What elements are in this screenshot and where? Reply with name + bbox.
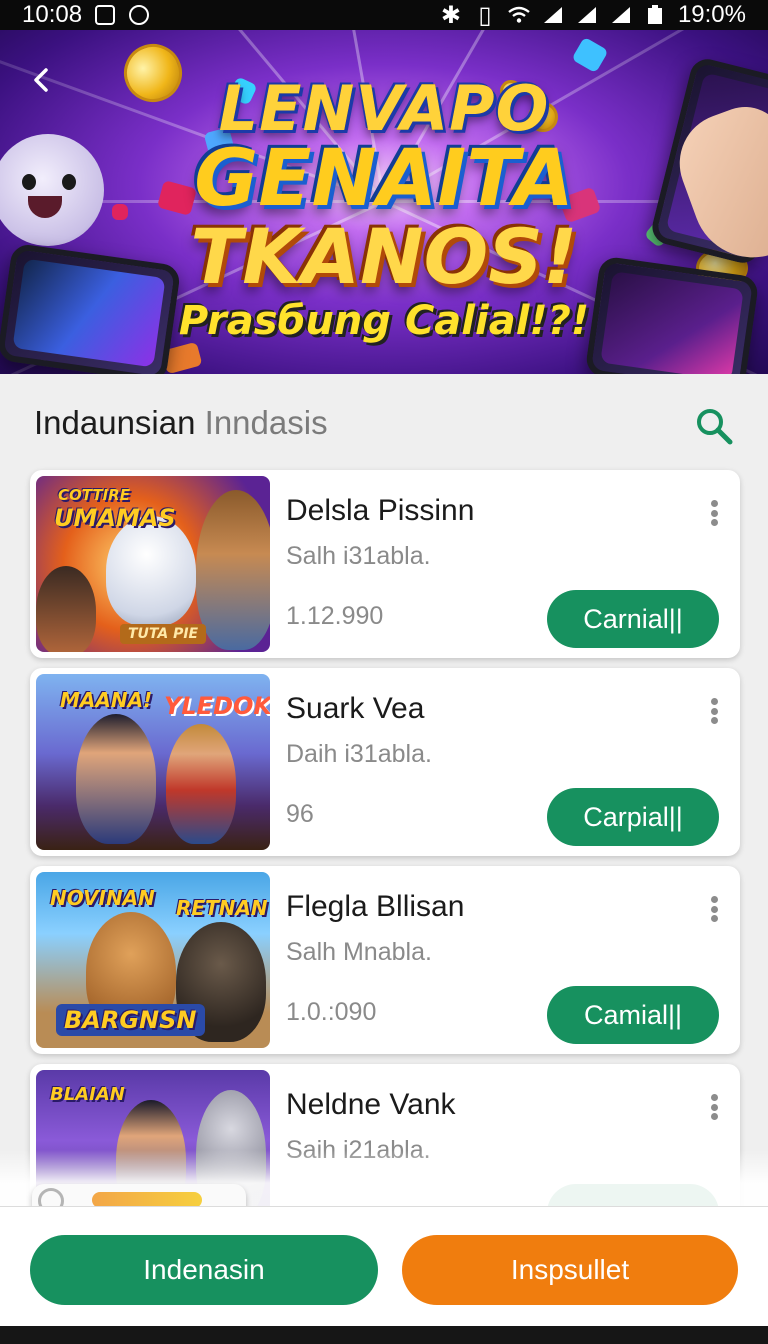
thumbnail-caption: YLEDOK <box>164 692 270 720</box>
thumbnail-caption: BLAIAN <box>50 1084 125 1105</box>
card-title: Delsla Pissinn <box>286 494 475 527</box>
card-count: 1.0.:090 <box>286 998 377 1026</box>
status-time: 10:08 <box>22 1 83 28</box>
signal-icon-2 <box>576 4 598 26</box>
promo-banner[interactable]: LENVAPO GENAITA TKANOS! Prasбung Calial!… <box>0 30 768 374</box>
bottom-action-bar: Indenasin Inspsullet <box>0 1206 768 1326</box>
thumbnail-caption: TUTA PIE <box>120 624 207 644</box>
notification-icon <box>94 4 116 26</box>
loading-icon <box>38 1188 64 1206</box>
game-card[interactable]: NOVINAN RETNAN BARGNSN Flegla Bllisan Sa… <box>30 866 740 1054</box>
more-vert-icon[interactable] <box>708 698 720 724</box>
game-thumbnail[interactable]: MAANA! YLEDOK <box>36 674 270 850</box>
thumbnail-caption: BARGNSN <box>56 1004 205 1036</box>
banner-title-line2: GENAITA <box>194 134 574 224</box>
card-title: Suark Vea <box>286 692 425 725</box>
more-vert-icon[interactable] <box>708 896 720 922</box>
brand-logo <box>92 1192 202 1206</box>
system-nav-bar <box>0 1326 768 1344</box>
secondary-button[interactable]: Inspsullet <box>402 1235 738 1305</box>
search-icon <box>697 409 733 445</box>
mini-floating-bar[interactable] <box>32 1184 246 1206</box>
game-card[interactable]: MAANA! YLEDOK Suark Vea Daih i31abla. 96… <box>30 668 740 856</box>
thumbnail-caption: UMAMAS <box>54 504 176 532</box>
thumbnail-caption: NOVINAN <box>50 886 155 910</box>
content-area[interactable]: Indaunsian Inndasis COTTIRE UMAMAS TUTA … <box>0 374 768 1206</box>
vibrate-icon: ▯ <box>478 1 492 29</box>
card-action-button[interactable]: Camial|| <box>547 986 719 1044</box>
more-vert-icon[interactable] <box>708 1094 720 1120</box>
battery-percent: 19:0% <box>677 1 746 28</box>
chevron-left-icon <box>34 68 48 92</box>
card-count: 96 <box>286 800 314 828</box>
card-action-button[interactable]: Carpial|| <box>547 788 719 846</box>
primary-button[interactable]: Indenasin <box>30 1235 378 1305</box>
app-notification-icon <box>128 4 150 26</box>
card-action-button[interactable]: Carnial|| <box>547 590 719 648</box>
card-title: Neldne Vank <box>286 1088 456 1121</box>
banner-tagline: Prasбung Calial!?! <box>178 298 590 344</box>
card-subtitle: Daih i31abla. <box>286 740 432 768</box>
wifi-icon <box>508 4 530 26</box>
thumbnail-caption: COTTIRE <box>58 486 130 504</box>
signal-icon-1 <box>542 4 564 26</box>
card-subtitle: Salh i31abla. <box>286 542 431 570</box>
section-title: Indaunsian <box>34 404 196 441</box>
status-bar: 10:08 ✱ ▯ 19:0% <box>0 0 768 30</box>
game-thumbnail[interactable]: NOVINAN RETNAN BARGNSN <box>36 872 270 1048</box>
section-subtitle: Inndasis <box>204 404 328 441</box>
card-title: Flegla Bllisan <box>286 890 465 923</box>
banner-title-line3: TKANOS! <box>190 212 578 301</box>
game-card[interactable]: COTTIRE UMAMAS TUTA PIE Delsla Pissinn S… <box>30 470 740 658</box>
signal-icon-3 <box>610 4 632 26</box>
back-button[interactable] <box>24 62 60 98</box>
game-thumbnail[interactable]: COTTIRE UMAMAS TUTA PIE <box>36 476 270 652</box>
card-subtitle: Salh Mnabla. <box>286 938 432 966</box>
more-vert-icon[interactable] <box>708 500 720 526</box>
search-button[interactable] <box>694 406 734 446</box>
thumbnail-caption: RETNAN <box>176 896 268 920</box>
gem-icon <box>571 36 609 74</box>
battery-icon <box>644 4 666 26</box>
section-header: Indaunsian Inndasis <box>34 404 328 442</box>
thumbnail-caption: MAANA! <box>60 688 153 712</box>
card-count: 1.12.990 <box>286 602 384 630</box>
bluetooth-icon: ✱ <box>440 1 461 29</box>
